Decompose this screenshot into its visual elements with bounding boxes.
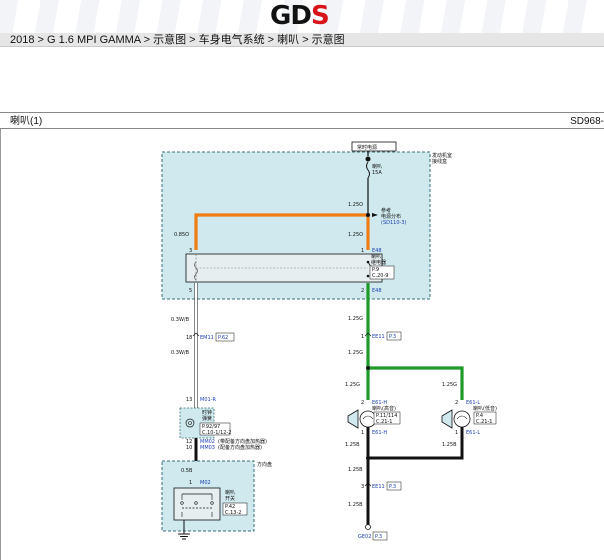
conn-mm03: MM03 [200, 445, 215, 451]
ref-ee11-bot[interactable]: P.3 [389, 484, 396, 490]
pin-18: 18 [186, 335, 192, 341]
pin-10: 10 [186, 445, 192, 451]
wire-label-1-25g-3: 1.25G [345, 382, 360, 388]
ref-link[interactable]: (SD110-3) [381, 220, 407, 226]
conn-em11: EM11 [200, 335, 214, 341]
ref-text-1: 参考 [381, 207, 391, 214]
conn-e61l-b: E61-L [466, 430, 480, 436]
wire-label-0-85o: 0.85O [174, 232, 189, 238]
horn-high-label: 喇叭(高音) [372, 405, 396, 412]
horn-high [359, 410, 377, 428]
relay-label-2: 继电器 [371, 259, 386, 266]
horn-high-ref-2: C.21-1 [376, 419, 392, 425]
conn-m02: M02 [200, 480, 211, 486]
horn-switch-label-1: 喇叭 [225, 489, 235, 496]
wire-label-1-25g-4: 1.25G [442, 382, 457, 388]
ref-em11[interactable]: P.62 [218, 335, 228, 341]
horn-low [453, 410, 471, 428]
clock-spring-ref-2: C.10-1/12-2 [202, 430, 231, 436]
pin-1-ee11: 1 [361, 334, 364, 340]
fuse-label-2: 15A [372, 170, 382, 176]
wire-label-1-25b-1: 1.25B [345, 442, 360, 448]
clock-spring-label-1: 时钟 [202, 409, 212, 416]
horn-switch-label-2: 开关 [225, 495, 235, 502]
engine-box-label-1: 发动机室 [432, 152, 452, 159]
steering-label: 方向盘 [257, 461, 272, 468]
wire-label-1-25o-top: 1.25O [348, 202, 363, 208]
pin-1-m02: 1 [189, 480, 192, 486]
relay-ref-2: C.20-9 [372, 273, 388, 279]
pin-3-ee11: 3 [361, 484, 364, 490]
wiring-diagram: 常时电源 发动机室 接线盒 喇叭 15A 1.25O 参考 电源分布 (SD11… [161, 141, 497, 541]
power-label: 常时电源 [357, 144, 377, 151]
pin-3: 3 [189, 248, 192, 254]
pin-2-h: 2 [361, 400, 364, 406]
ref-ee11-top[interactable]: P.3 [389, 334, 396, 340]
mm03-note: (配备方向盘加热器) [218, 444, 262, 451]
wire-label-1-25g-2: 1.25G [348, 350, 363, 356]
wire-label-1-25o-mid: 1.25O [348, 232, 363, 238]
splice-dot [366, 213, 370, 217]
ground-label: GE02 [358, 534, 371, 540]
wire-label-0-3wb-1: 0.3W/B [171, 317, 190, 323]
pin-1-top: 1 [361, 248, 364, 254]
green-splice-dot [366, 366, 370, 370]
horn-low-label: 喇叭(低音) [473, 405, 497, 412]
horn-low-ref-2: C.21-1 [476, 419, 492, 425]
horn-switch-ref-2: C.13-2 [225, 510, 241, 516]
relay-label-1: 喇叭 [371, 253, 381, 260]
wire-label-0-5b: 0.5B [181, 468, 193, 474]
pin-2: 2 [361, 288, 364, 294]
ground-point-icon [365, 524, 371, 530]
conn-e61h-b: E61-H [372, 430, 387, 436]
wire-label-1-25b-4: 1.25B [348, 502, 363, 508]
pin-2-l: 2 [455, 400, 458, 406]
engine-box-label-2: 接线盒 [432, 158, 447, 165]
wire-label-1-25b-3: 1.25B [348, 467, 363, 473]
horn-low-speaker-icon [441, 409, 453, 429]
horn-high-speaker-icon [347, 409, 359, 429]
conn-m01r: M01-R [200, 397, 216, 403]
conn-e48-bottom: E48 [372, 288, 382, 294]
conn-ee11-bot: EE11 [372, 484, 385, 490]
mm02-note: (带配备方向盘加热器) [218, 438, 267, 445]
pin-1-h: 1 [361, 430, 364, 436]
pin-5: 5 [189, 288, 192, 294]
pin-1-l: 1 [455, 430, 458, 436]
pin-13-m01: 13 [186, 397, 192, 403]
wire-label-1-25b-2: 1.25B [442, 442, 457, 448]
wire-label-1-25g-1: 1.25G [348, 316, 363, 322]
ground-ref[interactable]: P.3 [375, 534, 382, 540]
clock-spring-label-2: 弹簧 [202, 415, 212, 422]
fuse-terminal-icon [365, 156, 371, 162]
conn-ee11-top: EE11 [372, 334, 385, 340]
ref-text-2: 电源分布 [381, 213, 401, 220]
wire-label-0-3wb-2: 0.3W/B [171, 350, 190, 356]
fuse-label-1: 喇叭 [372, 163, 382, 170]
